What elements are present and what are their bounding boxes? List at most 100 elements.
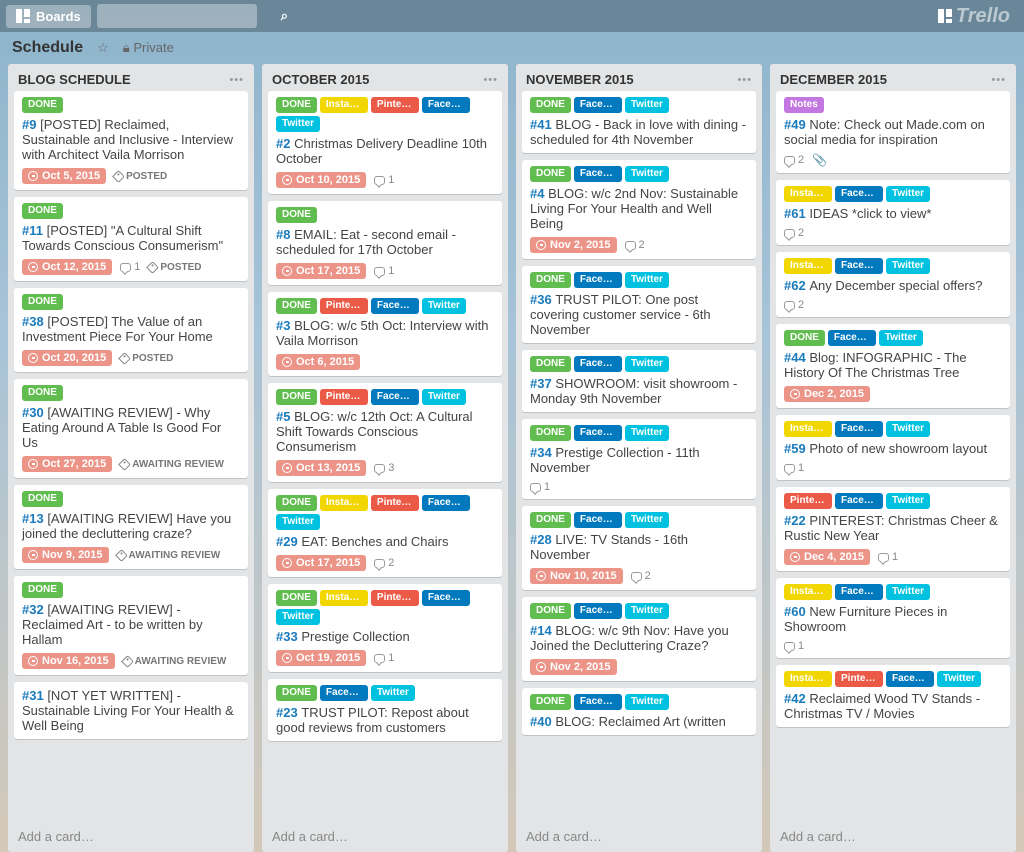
card-labels: DONEFaceb…Twitter xyxy=(784,330,1002,346)
card[interactable]: #31 [NOT YET WRITTEN] - Sustainable Livi… xyxy=(14,682,248,739)
label-done: DONE xyxy=(276,590,317,606)
due-date: Oct 20, 2015 xyxy=(42,352,106,364)
card-labels: DONE xyxy=(22,582,240,598)
comment-count: 1 xyxy=(134,261,140,273)
card[interactable]: DONE#9 [POSTED] Reclaimed, Sustainable a… xyxy=(14,91,248,190)
card[interactable]: DONEFaceb…Twitter#23 TRUST PILOT: Repost… xyxy=(268,679,502,741)
label-tw: Twitter xyxy=(937,671,981,687)
card-title: #14 BLOG: w/c 9th Nov: Have you Joined t… xyxy=(530,623,748,653)
card[interactable]: DONE#13 [AWAITING REVIEW] Have you joine… xyxy=(14,485,248,569)
list-menu-icon[interactable]: ••• xyxy=(483,74,498,86)
comments-badge: 2 xyxy=(374,557,394,569)
comment-count: 1 xyxy=(544,481,550,493)
card[interactable]: DONEFaceb…Twitter#34 Prestige Collection… xyxy=(522,419,756,499)
clock-icon xyxy=(282,266,292,276)
card[interactable]: Instag…Faceb…Twitter#62 Any December spe… xyxy=(776,252,1010,317)
list-title[interactable]: BLOG SCHEDULE xyxy=(18,72,131,87)
card[interactable]: DONEPinter…Faceb…Twitter#3 BLOG: w/c 5th… xyxy=(268,292,502,376)
search-input[interactable] xyxy=(105,9,281,24)
card-labels: DONEFaceb…Twitter xyxy=(530,512,748,528)
card[interactable]: DONE#11 [POSTED] "A Cultural Shift Towar… xyxy=(14,197,248,281)
add-card-button[interactable]: Add a card… xyxy=(8,821,254,852)
card-text: New Furniture Pieces in Showroom xyxy=(784,604,947,634)
label-tw: Twitter xyxy=(625,272,669,288)
boards-button[interactable]: Boards xyxy=(6,5,91,28)
card-title: #33 Prestige Collection xyxy=(276,629,494,644)
board: BLOG SCHEDULE ••• DONE#9 [POSTED] Reclaime… xyxy=(0,64,1024,852)
list-title[interactable]: OCTOBER 2015 xyxy=(272,72,369,87)
card-number: #2 xyxy=(276,136,294,151)
card-labels: DONEFaceb…Twitter xyxy=(530,425,748,441)
comment-icon xyxy=(374,464,385,473)
comment-count: 1 xyxy=(388,265,394,277)
card[interactable]: DONEFaceb…Twitter#36 TRUST PILOT: One po… xyxy=(522,266,756,343)
due-date: Nov 10, 2015 xyxy=(550,570,617,582)
card-badges: Dec 4, 20151 xyxy=(784,549,1002,565)
card[interactable]: Pinter…Faceb…Twitter#22 PINTEREST: Chris… xyxy=(776,487,1010,571)
label-done: DONE xyxy=(276,298,317,314)
label-fb: Faceb… xyxy=(371,389,419,405)
privacy-toggle[interactable]: 🔒︎ Private xyxy=(123,40,174,56)
list-menu-icon[interactable]: ••• xyxy=(991,74,1006,86)
card[interactable]: DONEFaceb…Twitter#40 BLOG: Reclaimed Art… xyxy=(522,688,756,735)
card[interactable]: Notes#49 Note: Check out Made.com on soc… xyxy=(776,91,1010,173)
comments-badge: 2 xyxy=(784,154,804,166)
card[interactable]: DONEFaceb…Twitter#41 BLOG - Back in love… xyxy=(522,91,756,153)
card[interactable]: Instag…Faceb…Twitter#60 New Furniture Pi… xyxy=(776,578,1010,658)
list-menu-icon[interactable]: ••• xyxy=(229,74,244,86)
card[interactable]: DONE#38 [POSTED] The Value of an Investm… xyxy=(14,288,248,372)
card-title: #61 IDEAS *click to view* xyxy=(784,206,1002,221)
card[interactable]: DONEFaceb…Twitter#28 LIVE: TV Stands - 1… xyxy=(522,506,756,590)
due-badge: Oct 27, 2015 xyxy=(22,456,112,472)
card-number: #31 xyxy=(22,688,47,703)
card-badges: Oct 6, 2015 xyxy=(276,354,494,370)
add-card-button[interactable]: Add a card… xyxy=(262,821,508,852)
card-text: Note: Check out Made.com on social media… xyxy=(784,117,985,147)
search-box[interactable]: ⌕ xyxy=(97,4,257,28)
card[interactable]: DONEInstag…Pinter…Faceb…Twitter#33 Prest… xyxy=(268,584,502,672)
label-insta: Instag… xyxy=(320,495,368,511)
list-title[interactable]: DECEMBER 2015 xyxy=(780,72,887,87)
card[interactable]: Instag…Pinter…Faceb…Twitter#42 Reclaimed… xyxy=(776,665,1010,727)
comment-icon xyxy=(625,241,636,250)
due-badge: Nov 9, 2015 xyxy=(22,547,109,563)
card-labels: Instag…Faceb…Twitter xyxy=(784,421,1002,437)
card[interactable]: Instag…Faceb…Twitter#59 Photo of new sho… xyxy=(776,415,1010,480)
card[interactable]: DONE#30 [AWAITING REVIEW] - Why Eating A… xyxy=(14,379,248,478)
card-title: #32 [AWAITING REVIEW] - Reclaimed Art - … xyxy=(22,602,240,647)
card[interactable]: DONEFaceb…Twitter#37 SHOWROOM: visit sho… xyxy=(522,350,756,412)
label-tw: Twitter xyxy=(625,166,669,182)
card[interactable]: DONE #32 [AWAITING REVIEW] - Reclaimed Ar… xyxy=(14,576,248,675)
comment-icon xyxy=(784,301,795,310)
card-number: #33 xyxy=(276,629,301,644)
card[interactable]: DONEFaceb…Twitter#14 BLOG: w/c 9th Nov: … xyxy=(522,597,756,681)
card[interactable]: DONEFaceb…Twitter#4 BLOG: w/c 2nd Nov: S… xyxy=(522,160,756,259)
card-number: #34 xyxy=(530,445,555,460)
star-icon[interactable]: ☆ xyxy=(97,40,109,56)
add-card-button[interactable]: Add a card… xyxy=(516,821,762,852)
card-text: IDEAS *click to view* xyxy=(809,206,931,221)
card-number: #30 xyxy=(22,405,47,420)
card-text: BLOG: w/c 9th Nov: Have you Joined the D… xyxy=(530,623,729,653)
board-title: Schedule xyxy=(12,39,83,57)
card[interactable]: DONEInstag…Pinter…Faceb…Twitter#2 Christ… xyxy=(268,91,502,194)
label-done: DONE xyxy=(530,425,571,441)
label-pint: Pinter… xyxy=(784,493,832,509)
comments-badge: 1 xyxy=(784,640,804,652)
due-badge: Dec 4, 2015 xyxy=(784,549,870,565)
card[interactable]: DONEInstag…Pinter…Faceb…Twitter#29 EAT: … xyxy=(268,489,502,577)
list-title[interactable]: NOVEMBER 2015 xyxy=(526,72,634,87)
card[interactable]: DONE#8 EMAIL: Eat - second email - sched… xyxy=(268,201,502,285)
list-menu-icon[interactable]: ••• xyxy=(737,74,752,86)
card[interactable]: Instag…Faceb…Twitter#61 IDEAS *click to … xyxy=(776,180,1010,245)
card[interactable]: DONEPinter…Faceb…Twitter#5 BLOG: w/c 12t… xyxy=(268,383,502,482)
card-number: #42 xyxy=(784,691,809,706)
label-done: DONE xyxy=(530,694,571,710)
card-number: #38 xyxy=(22,314,47,329)
label-pint: Pinter… xyxy=(320,389,368,405)
card-number: #62 xyxy=(784,278,809,293)
list-header: BLOG SCHEDULE ••• xyxy=(8,64,254,91)
card[interactable]: DONEFaceb…Twitter#44 Blog: INFOGRAPHIC -… xyxy=(776,324,1010,408)
label-done: DONE xyxy=(530,166,571,182)
add-card-button[interactable]: Add a card… xyxy=(770,821,1016,852)
